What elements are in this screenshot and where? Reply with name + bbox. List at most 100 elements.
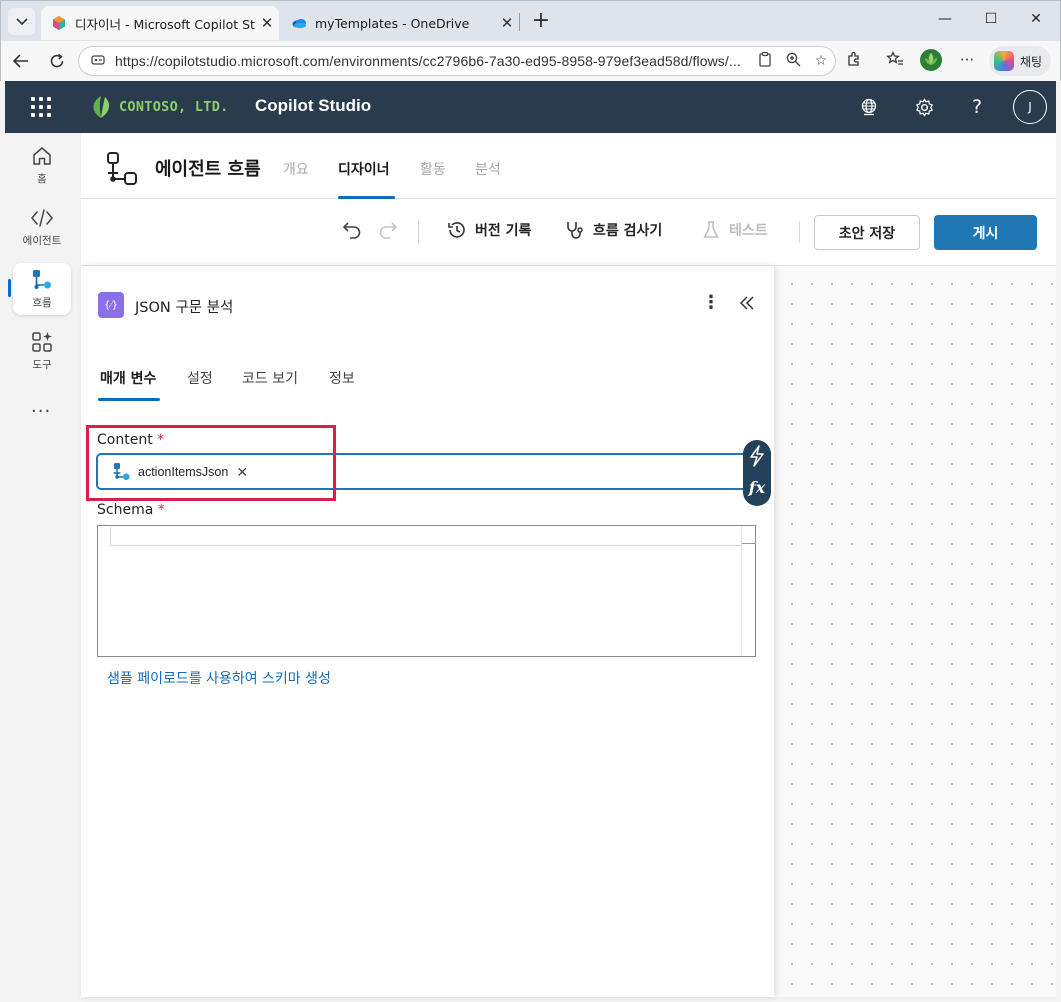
content-label: Content *: [97, 432, 164, 448]
editor-current-line: [110, 527, 742, 546]
collapse-panel-button[interactable]: [739, 291, 755, 315]
copilot-chat-button[interactable]: 채팅: [989, 46, 1051, 76]
lightning-icon[interactable]: [748, 445, 766, 467]
tab-settings[interactable]: 설정: [187, 368, 213, 388]
tab-analytics[interactable]: 분석: [475, 159, 501, 179]
expression-fx-icon[interactable]: fx: [743, 478, 771, 497]
designer-toolbar: 버전 기록 흐름 검사기 테스트 초안 저장 게시: [81, 200, 1056, 266]
left-nav-rail: 홈 에이전트 흐름 도구 ···: [5, 133, 81, 997]
flow-checker-button[interactable]: 흐름 검사기: [565, 220, 662, 240]
tab-designer[interactable]: 디자이너: [338, 159, 390, 179]
leaf-logo-icon: [93, 96, 110, 118]
content-input[interactable]: actionItemsJson ✕: [96, 453, 770, 490]
more-options-button[interactable]: ⋮: [701, 292, 721, 313]
page-title: 에이전트 흐름: [155, 159, 261, 180]
tab-parameters[interactable]: 매개 변수: [100, 368, 156, 388]
schema-label-text: Schema: [97, 502, 154, 518]
rail-item-tools[interactable]: 도구: [13, 325, 71, 377]
redo-icon: [379, 222, 398, 239]
flow-canvas[interactable]: [774, 266, 1056, 997]
rail-item-label: 흐름: [32, 297, 52, 309]
refresh-button[interactable]: [46, 50, 68, 72]
rail-item-agents[interactable]: 에이전트: [13, 201, 71, 253]
favorites-icon[interactable]: [884, 51, 906, 71]
tab-title: 디자이너 - Microsoft Copilot Studio: [75, 16, 255, 32]
version-history-label: 버전 기록: [475, 223, 532, 239]
user-avatar[interactable]: J: [1013, 90, 1047, 124]
tab-close-icon[interactable]: ✕: [255, 14, 279, 32]
tab-close-icon[interactable]: ✕: [495, 14, 519, 32]
rail-item-home[interactable]: 홈: [13, 139, 71, 191]
active-tab-underline: [98, 398, 160, 401]
onedrive-cloud-icon: [292, 19, 306, 29]
rail-item-label: 에이전트: [22, 235, 62, 247]
back-button[interactable]: [10, 50, 32, 72]
address-bar[interactable]: https://copilotstudio.microsoft.com/envi…: [78, 46, 836, 76]
url-text: https://copilotstudio.microsoft.com/envi…: [115, 53, 741, 69]
test-button[interactable]: 테스트: [701, 220, 768, 240]
rail-more-button[interactable]: ···: [31, 401, 51, 422]
tab-onedrive[interactable]: myTemplates - OneDrive ✕: [281, 6, 519, 40]
rail-item-label: 홈: [37, 173, 47, 185]
brand-logo[interactable]: CONTOSO, LTD.: [89, 94, 229, 120]
schema-label: Schema *: [97, 502, 165, 518]
action-title[interactable]: JSON 구문 분석: [135, 296, 233, 317]
chat-label: 채팅: [1020, 54, 1043, 69]
browser-tab-bar: 디자이너 - Microsoft Copilot Studio ✕ myTemp…: [0, 0, 1061, 41]
app-launcher-icon[interactable]: [31, 97, 51, 117]
chevron-down-icon: [15, 17, 28, 25]
settings-gear-icon[interactable]: [912, 95, 936, 119]
page-header: 에이전트 흐름 개요 디자이너 활동 분석: [81, 133, 1056, 199]
flow-icon: [33, 270, 51, 289]
minimize-button[interactable]: —: [935, 11, 955, 27]
stethoscope-icon: [567, 222, 583, 239]
editor-scrollbar[interactable]: [741, 526, 756, 656]
tab-activity[interactable]: 활동: [420, 159, 446, 179]
required-marker: *: [157, 432, 165, 448]
copilot-studio-favicon-icon: [53, 16, 65, 30]
tab-actions-menu[interactable]: [8, 8, 35, 35]
environment-globe-icon[interactable]: [857, 95, 881, 119]
help-icon[interactable]: ?: [965, 95, 989, 119]
main-area: 에이전트 흐름 개요 디자이너 활동 분석 버전 기록 흐름 검사기 테스트 초…: [81, 133, 1056, 997]
undo-button[interactable]: [341, 221, 363, 243]
close-window-button[interactable]: ✕: [1026, 11, 1046, 27]
flow-variable-icon: [113, 463, 130, 480]
active-tab-underline: [338, 196, 395, 199]
action-properties-panel: {⁄} JSON 구문 분석 ⋮ 매개 변수 설정 코드 보기 정보 Conte…: [81, 266, 774, 997]
parse-json-action-icon: {⁄}: [98, 292, 124, 318]
zoom-icon[interactable]: [779, 52, 807, 71]
app-title[interactable]: Copilot Studio: [255, 96, 371, 116]
flask-icon: [703, 221, 719, 238]
profile-extension-icon[interactable]: [919, 48, 942, 76]
toolbar-divider: [799, 221, 800, 243]
reading-view-icon[interactable]: [751, 51, 779, 71]
redo-button[interactable]: [377, 221, 399, 243]
tab-copilot-studio[interactable]: 디자이너 - Microsoft Copilot Studio ✕: [41, 6, 279, 40]
dynamic-content-token[interactable]: actionItemsJson ✕: [112, 461, 248, 483]
rail-item-flows[interactable]: 흐름: [13, 263, 71, 315]
settings-more-icon[interactable]: ···: [956, 51, 978, 69]
favorite-star-icon[interactable]: ☆: [807, 53, 835, 69]
maximize-button[interactable]: ☐: [981, 11, 1001, 27]
schema-editor[interactable]: [97, 525, 756, 657]
remove-token-icon[interactable]: ✕: [236, 464, 248, 481]
site-info-icon[interactable]: [91, 53, 107, 70]
rail-item-label: 도구: [32, 359, 52, 371]
generate-schema-link[interactable]: 샘플 페이로드를 사용하여 스키마 생성: [107, 668, 331, 688]
app-header: CONTOSO, LTD. Copilot Studio ? J: [5, 81, 1056, 133]
history-icon: [448, 222, 465, 238]
flow-checker-label: 흐름 검사기: [593, 223, 663, 239]
undo-icon: [342, 222, 361, 239]
version-history-button[interactable]: 버전 기록: [447, 220, 531, 240]
tab-overview[interactable]: 개요: [283, 159, 309, 179]
publish-button[interactable]: 게시: [934, 215, 1037, 250]
tab-about[interactable]: 정보: [329, 368, 355, 388]
save-draft-button[interactable]: 초안 저장: [814, 215, 920, 250]
extensions-icon[interactable]: [843, 51, 865, 71]
copilot-icon: [994, 51, 1014, 71]
tab-code-view[interactable]: 코드 보기: [242, 368, 298, 388]
refresh-icon: [50, 53, 64, 68]
toolbar-divider: [418, 221, 419, 243]
new-tab-button[interactable]: +: [529, 10, 553, 32]
